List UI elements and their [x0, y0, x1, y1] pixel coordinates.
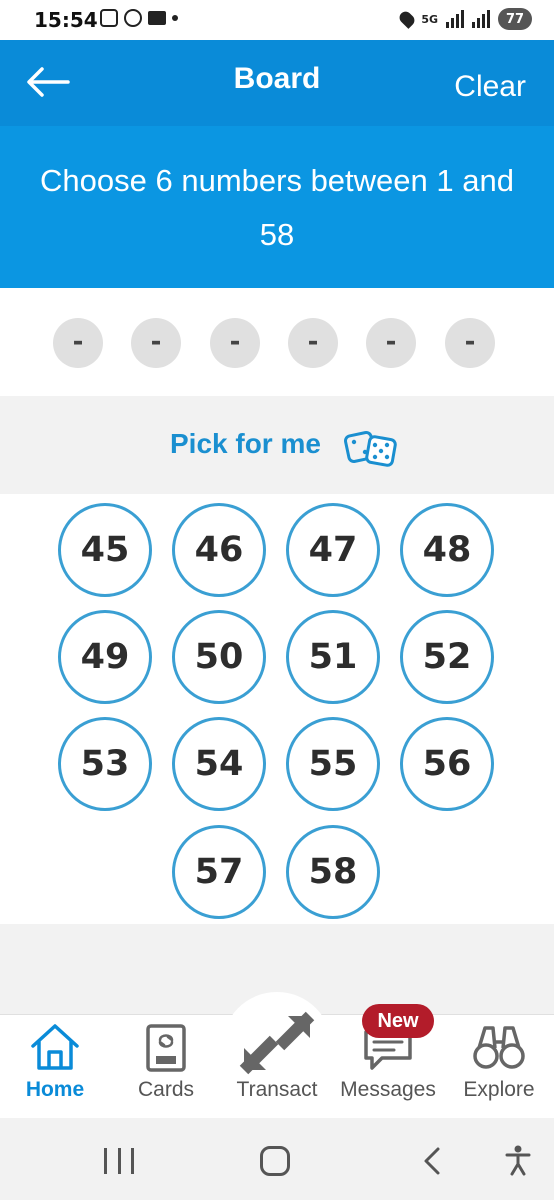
- clear-button[interactable]: Clear: [454, 70, 526, 104]
- cards-icon: [146, 1024, 186, 1072]
- status-bar: 15:54 5G 77: [0, 0, 554, 40]
- signal-icon-2: [472, 10, 490, 28]
- location-icon: [397, 9, 418, 29]
- status-time: 15:54: [34, 8, 98, 32]
- system-status-icons: 5G 77: [397, 8, 532, 30]
- number-ball[interactable]: 50: [172, 610, 266, 704]
- nav-label-transact: Transact: [236, 1078, 318, 1101]
- nav-item-transact[interactable]: Transact: [222, 1011, 332, 1112]
- selected-slot[interactable]: -: [445, 318, 495, 368]
- nav-label-cards: Cards: [137, 1078, 195, 1101]
- nav-item-cards[interactable]: Cards: [111, 1022, 221, 1112]
- notification-icons: [100, 9, 178, 27]
- new-badge: New: [362, 1004, 434, 1038]
- selected-slot[interactable]: -: [210, 318, 260, 368]
- number-ball[interactable]: 53: [58, 717, 152, 811]
- nav-item-explore[interactable]: Explore: [444, 1022, 554, 1112]
- number-ball[interactable]: 48: [400, 503, 494, 597]
- binoculars-icon: [473, 1026, 525, 1069]
- number-ball[interactable]: 57: [172, 825, 266, 919]
- more-notifications-dot-icon: [172, 15, 178, 21]
- transact-icon: [239, 1011, 315, 1075]
- recents-icon[interactable]: [104, 1148, 134, 1174]
- screenshot-icon: [100, 9, 118, 27]
- app-header: Board Clear: [0, 40, 554, 126]
- nav-label-home: Home: [25, 1078, 85, 1101]
- selected-numbers-row: - - - - - -: [0, 288, 554, 396]
- number-ball[interactable]: 52: [400, 610, 494, 704]
- nav-label-messages: Messages: [340, 1078, 436, 1101]
- dice-icon: [344, 431, 397, 467]
- home-icon: [31, 1024, 79, 1070]
- number-ball[interactable]: 58: [286, 825, 380, 919]
- nav-label-explore: Explore: [463, 1078, 535, 1101]
- number-ball[interactable]: 49: [58, 610, 152, 704]
- number-ball[interactable]: 56: [400, 717, 494, 811]
- selected-slot[interactable]: -: [53, 318, 103, 368]
- accessibility-icon[interactable]: [504, 1144, 532, 1176]
- instruction-banner: Choose 6 numbers between 1 and 58: [0, 126, 554, 288]
- number-ball[interactable]: 51: [286, 610, 380, 704]
- home-button-icon[interactable]: [260, 1146, 290, 1176]
- nav-item-home[interactable]: Home: [0, 1022, 110, 1112]
- system-nav-bar: [0, 1118, 554, 1200]
- pick-for-me-label: Pick for me: [170, 428, 321, 459]
- number-ball[interactable]: 55: [286, 717, 380, 811]
- number-ball[interactable]: 45: [58, 503, 152, 597]
- number-ball[interactable]: 47: [286, 503, 380, 597]
- signal-icon: [446, 10, 464, 28]
- selected-slot[interactable]: -: [288, 318, 338, 368]
- selected-slot[interactable]: -: [131, 318, 181, 368]
- number-grid: 45 46 47 48 49 50 51 52 53 54 55 56 57 5…: [0, 494, 554, 924]
- back-icon[interactable]: [418, 1146, 446, 1176]
- instruction-text: Choose 6 numbers between 1 and 58: [40, 163, 514, 252]
- number-ball[interactable]: 54: [172, 717, 266, 811]
- selected-slot[interactable]: -: [366, 318, 416, 368]
- number-ball[interactable]: 46: [172, 503, 266, 597]
- network-type: 5G: [421, 12, 438, 26]
- app-notification-icon: [124, 9, 142, 27]
- pick-for-me-button[interactable]: Pick for me: [0, 400, 554, 494]
- folder-icon: [148, 11, 166, 25]
- battery-icon: 77: [498, 8, 532, 30]
